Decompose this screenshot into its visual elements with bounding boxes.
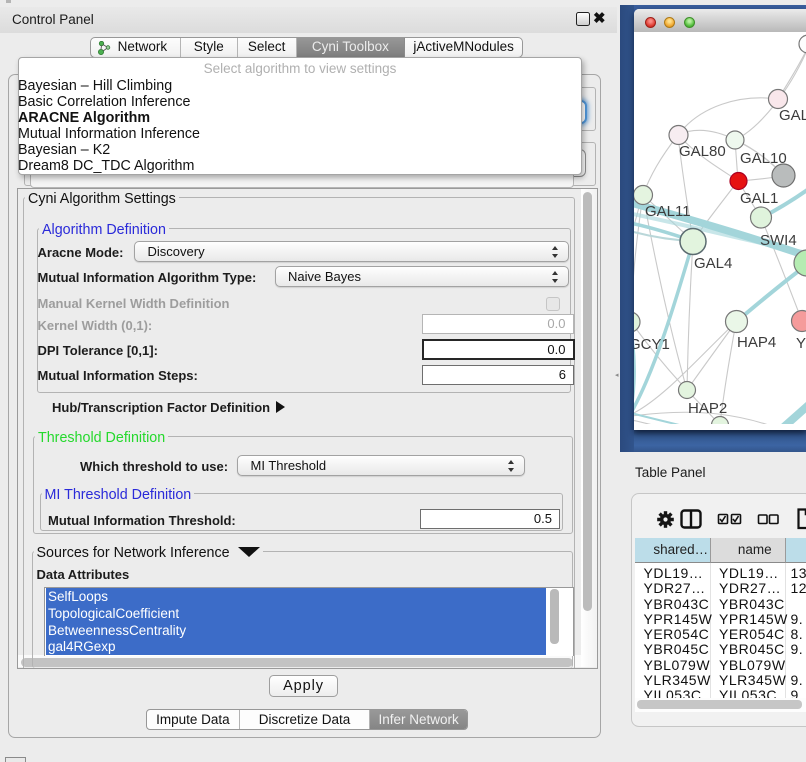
svg-text:GAL4: GAL4 (694, 255, 732, 272)
svg-text:HAP2: HAP2 (688, 400, 727, 417)
svg-text:GAL80: GAL80 (679, 143, 726, 160)
svg-text:GAL10: GAL10 (740, 150, 787, 167)
svg-text:Y: Y (796, 335, 806, 352)
svg-text:GAL11: GAL11 (645, 203, 691, 220)
svg-text:SWI4: SWI4 (760, 232, 797, 249)
svg-text:GAL: GAL (779, 107, 806, 124)
svg-text:HAP4: HAP4 (737, 334, 776, 351)
svg-text:GAL1: GAL1 (740, 190, 778, 207)
svg-text:GCY1: GCY1 (634, 336, 670, 353)
